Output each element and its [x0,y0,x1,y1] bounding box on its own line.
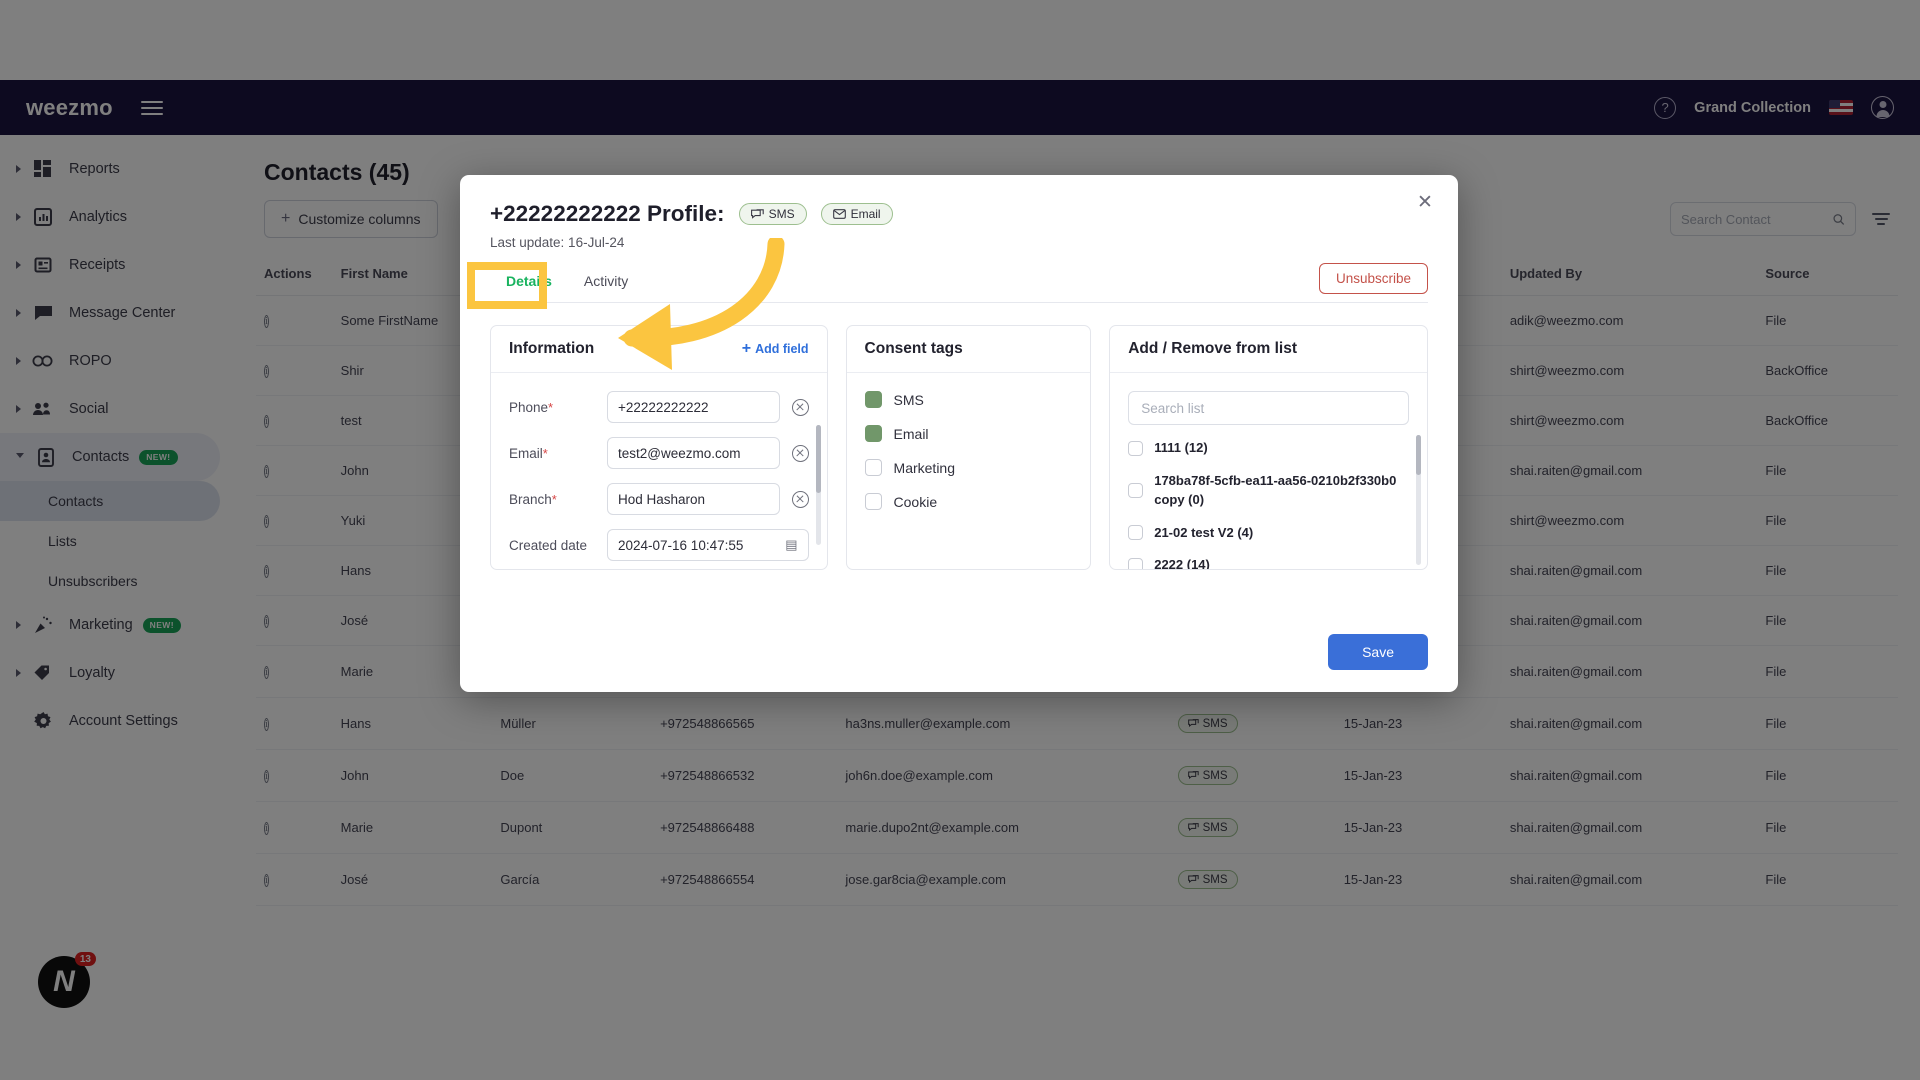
field-row-email: Email* test2@weezmo.com [509,437,809,469]
field-label-created-date: Created date [509,537,588,553]
lists-scrollbar[interactable] [1416,435,1421,565]
checkbox-list-1111[interactable] [1128,440,1144,456]
clear-phone-icon[interactable] [791,398,809,416]
save-button[interactable]: Save [1328,634,1428,670]
add-field-button[interactable]: + Add field [742,340,809,358]
scrollbar-thumb[interactable] [1416,435,1421,475]
clear-email-icon[interactable] [791,444,809,462]
field-row-phone: Phone* +22222222222 [509,391,809,423]
chip-sms: SMS [738,203,807,225]
email-icon [832,209,846,219]
last-update-text: Last update: 16-Jul-24 [490,235,625,250]
field-label-branch: Branch* [509,491,557,507]
field-row-created-date: Created date 2024-07-16 10:47:55 ▤ [509,529,809,561]
list-item-label: 2222 (14) [1154,557,1210,569]
created-date-input[interactable]: 2024-07-16 10:47:55 ▤ [607,529,809,561]
lists-panel-body: Search list 1111 (12) 178ba78f-5cfb-ea11… [1110,373,1427,569]
list-item[interactable]: 1111 (12) [1128,439,1409,458]
modal-title: +22222222222 Profile: [490,201,725,226]
field-row-branch: Branch* Hod Hasharon [509,483,809,515]
search-list-input[interactable]: Search list [1128,391,1409,425]
information-panel: Information + Add field Phone* +22222222… [490,325,828,570]
list-item-label: 21-02 test V2 (4) [1154,524,1254,540]
branch-input[interactable]: Hod Hasharon [607,483,780,515]
lists-heading: Add / Remove from list [1110,326,1427,373]
list-item[interactable]: 178ba78f-5cfb-ea11-aa56-0210b2f330b0 cop… [1128,472,1409,510]
modal-tab-row: Details Activity Unsubscribe [490,263,1428,303]
lists-panel: Add / Remove from list Search list 1111 … [1109,325,1428,570]
consent-label-cookie: Cookie [893,493,938,510]
consent-row-email[interactable]: Email [864,425,1073,442]
checkbox-cookie[interactable] [864,493,882,510]
required-marker: * [548,399,554,415]
chip-sms-label: SMS [768,207,795,221]
close-icon[interactable]: ✕ [1414,193,1436,215]
unsubscribe-button[interactable]: Unsubscribe [1318,263,1428,294]
chip-email-label: Email [850,207,881,221]
consent-panel-body: SMS Email Marketing Cookie [847,373,1091,569]
required-marker: * [542,445,548,461]
email-input[interactable]: test2@weezmo.com [607,437,780,469]
list-item[interactable]: 21-02 test V2 (4) [1128,524,1409,543]
chip-email: Email [820,203,893,225]
information-heading: Information [509,340,595,357]
checkbox-list-2222[interactable] [1128,558,1144,569]
consent-tags-panel: Consent tags SMS Email Marketing Cookie [845,325,1092,570]
consent-row-cookie[interactable]: Cookie [864,493,1073,510]
list-item[interactable]: 2222 (14) [1128,556,1409,569]
tab-details[interactable]: Details [490,265,568,301]
consent-label-sms: SMS [893,391,924,408]
field-label-phone: Phone* [509,399,554,415]
tab-activity[interactable]: Activity [568,265,644,301]
information-panel-head: Information + Add field [491,326,827,373]
consent-label-marketing: Marketing [893,459,955,476]
add-field-label: Add field [755,342,809,356]
list-item-label: 178ba78f-5cfb-ea11-aa56-0210b2f330b0 cop… [1154,472,1397,507]
sms-icon [750,208,764,219]
information-panel-body: Phone* +22222222222 Email* test2@weezmo.… [491,373,827,569]
consent-row-marketing[interactable]: Marketing [864,459,1073,476]
required-marker: * [551,491,557,507]
created-date-value: 2024-07-16 10:47:55 [618,537,744,553]
app-root: weezmo ? Grand Collection Reports Analyt… [0,0,1920,1080]
modal-panels: Information + Add field Phone* +22222222… [490,325,1428,570]
contact-profile-modal: ✕ +22222222222 Profile: SMS Email Last u… [460,175,1458,692]
checkbox-list-21-02-test-v2[interactable] [1128,525,1144,541]
checkbox-email[interactable] [864,425,882,442]
checkbox-marketing[interactable] [864,459,882,476]
information-scrollbar[interactable] [815,425,821,545]
calendar-icon[interactable]: ▤ [785,537,797,553]
checkbox-list-178ba78f[interactable] [1128,483,1144,499]
scrollbar-thumb[interactable] [815,425,821,493]
plus-icon: + [741,340,752,357]
phone-input[interactable]: +22222222222 [607,391,780,423]
checkbox-sms[interactable] [864,391,882,408]
list-item-label: 1111 (12) [1154,440,1208,455]
clear-branch-icon[interactable] [791,490,809,508]
consent-heading: Consent tags [846,326,1091,373]
consent-row-sms[interactable]: SMS [864,391,1073,408]
modal-title-row: +22222222222 Profile: SMS Email [490,201,1428,227]
field-label-email: Email* [509,445,548,461]
consent-label-email: Email [893,425,929,442]
